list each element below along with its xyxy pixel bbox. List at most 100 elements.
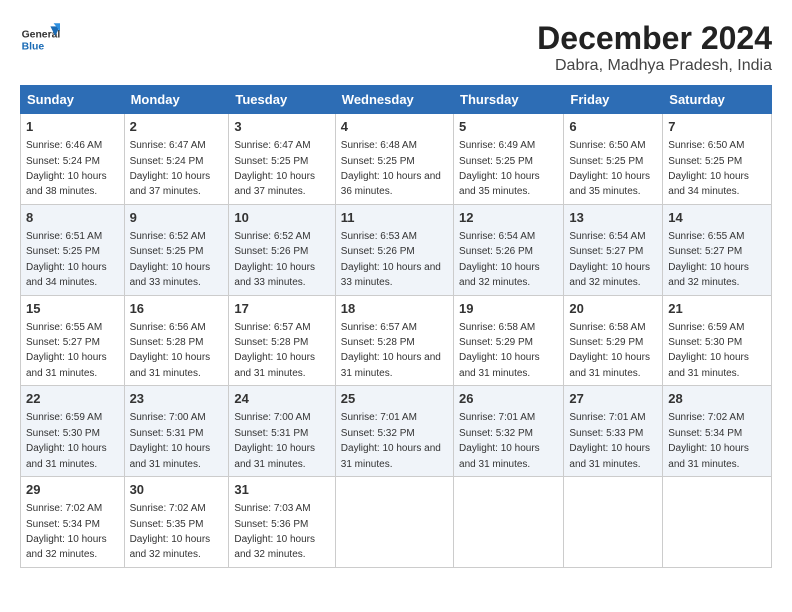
header-thursday: Thursday — [454, 86, 564, 114]
day-info: Sunrise: 7:01 AMSunset: 5:32 PMDaylight:… — [459, 412, 540, 469]
day-number: 22 — [26, 390, 119, 408]
header-tuesday: Tuesday — [229, 86, 335, 114]
header-sunday: Sunday — [21, 86, 125, 114]
day-info: Sunrise: 6:46 AMSunset: 5:24 PMDaylight:… — [26, 140, 107, 197]
calendar-cell: 19 Sunrise: 6:58 AMSunset: 5:29 PMDayligh… — [454, 295, 564, 386]
calendar-cell: 11 Sunrise: 6:53 AMSunset: 5:26 PMDayligh… — [335, 204, 453, 295]
day-number: 15 — [26, 300, 119, 318]
day-info: Sunrise: 6:50 AMSunset: 5:25 PMDaylight:… — [569, 140, 650, 197]
day-number: 31 — [234, 481, 329, 499]
svg-text:Blue: Blue — [22, 42, 45, 53]
day-info: Sunrise: 6:57 AMSunset: 5:28 PMDaylight:… — [341, 322, 441, 379]
day-number: 1 — [26, 118, 119, 136]
day-info: Sunrise: 7:01 AMSunset: 5:33 PMDaylight:… — [569, 412, 650, 469]
title-block: December 2024 Dabra, Madhya Pradesh, Ind… — [537, 20, 772, 75]
day-number: 26 — [459, 390, 558, 408]
calendar-cell — [335, 477, 453, 568]
day-number: 16 — [130, 300, 224, 318]
day-info: Sunrise: 7:02 AMSunset: 5:34 PMDaylight:… — [26, 503, 107, 560]
day-info: Sunrise: 7:01 AMSunset: 5:32 PMDaylight:… — [341, 412, 441, 469]
day-number: 23 — [130, 390, 224, 408]
calendar-week-5: 29Sunrise: 7:02 AMSunset: 5:34 PMDayligh… — [21, 477, 772, 568]
calendar-cell: 16 Sunrise: 6:56 AMSunset: 5:28 PMDayligh… — [124, 295, 229, 386]
day-info: Sunrise: 6:49 AMSunset: 5:25 PMDaylight:… — [459, 140, 540, 197]
calendar-cell — [663, 477, 772, 568]
calendar-cell: 26 Sunrise: 7:01 AMSunset: 5:32 PMDayligh… — [454, 386, 564, 477]
logo: General Blue — [20, 20, 64, 60]
calendar-week-2: 8 Sunrise: 6:51 AMSunset: 5:25 PMDaylight… — [21, 204, 772, 295]
day-info: Sunrise: 7:00 AMSunset: 5:31 PMDaylight:… — [130, 412, 211, 469]
day-number: 20 — [569, 300, 657, 318]
day-number: 18 — [341, 300, 448, 318]
subtitle: Dabra, Madhya Pradesh, India — [537, 57, 772, 75]
calendar-week-1: 1 Sunrise: 6:46 AMSunset: 5:24 PMDaylight… — [21, 114, 772, 205]
day-info: Sunrise: 6:54 AMSunset: 5:26 PMDaylight:… — [459, 231, 540, 288]
calendar-cell: 9Sunrise: 6:52 AMSunset: 5:25 PMDaylight… — [124, 204, 229, 295]
calendar-cell: 22 Sunrise: 6:59 AMSunset: 5:30 PMDayligh… — [21, 386, 125, 477]
day-number: 30 — [130, 481, 224, 499]
calendar-cell: 8 Sunrise: 6:51 AMSunset: 5:25 PMDaylight… — [21, 204, 125, 295]
calendar-cell: 5Sunrise: 6:49 AMSunset: 5:25 PMDaylight… — [454, 114, 564, 205]
day-number: 10 — [234, 209, 329, 227]
calendar-header-row: SundayMondayTuesdayWednesdayThursdayFrid… — [21, 86, 772, 114]
day-info: Sunrise: 6:57 AMSunset: 5:28 PMDaylight:… — [234, 322, 315, 379]
calendar-cell: 28 Sunrise: 7:02 AMSunset: 5:34 PMDayligh… — [663, 386, 772, 477]
day-number: 2 — [130, 118, 224, 136]
day-number: 21 — [668, 300, 766, 318]
day-info: Sunrise: 6:52 AMSunset: 5:26 PMDaylight:… — [234, 231, 315, 288]
day-number: 28 — [668, 390, 766, 408]
day-info: Sunrise: 6:55 AMSunset: 5:27 PMDaylight:… — [26, 322, 107, 379]
page-header: General Blue December 2024 Dabra, Madhya… — [20, 20, 772, 75]
logo-icon: General Blue — [20, 20, 60, 60]
calendar-cell: 6 Sunrise: 6:50 AMSunset: 5:25 PMDaylight… — [564, 114, 663, 205]
calendar-cell: 24Sunrise: 7:00 AMSunset: 5:31 PMDayligh… — [229, 386, 335, 477]
day-info: Sunrise: 6:47 AMSunset: 5:24 PMDaylight:… — [130, 140, 211, 197]
calendar-cell: 10 Sunrise: 6:52 AMSunset: 5:26 PMDayligh… — [229, 204, 335, 295]
calendar-cell: 1 Sunrise: 6:46 AMSunset: 5:24 PMDaylight… — [21, 114, 125, 205]
day-info: Sunrise: 6:48 AMSunset: 5:25 PMDaylight:… — [341, 140, 441, 197]
day-number: 3 — [234, 118, 329, 136]
day-info: Sunrise: 6:54 AMSunset: 5:27 PMDaylight:… — [569, 231, 650, 288]
day-info: Sunrise: 6:52 AMSunset: 5:25 PMDaylight:… — [130, 231, 211, 288]
day-info: Sunrise: 6:58 AMSunset: 5:29 PMDaylight:… — [459, 322, 540, 379]
header-wednesday: Wednesday — [335, 86, 453, 114]
calendar-week-3: 15 Sunrise: 6:55 AMSunset: 5:27 PMDayligh… — [21, 295, 772, 386]
calendar-cell: 3Sunrise: 6:47 AMSunset: 5:25 PMDaylight… — [229, 114, 335, 205]
day-number: 12 — [459, 209, 558, 227]
day-info: Sunrise: 6:59 AMSunset: 5:30 PMDaylight:… — [668, 322, 749, 379]
calendar-cell: 30 Sunrise: 7:02 AMSunset: 5:35 PMDayligh… — [124, 477, 229, 568]
calendar-cell: 7Sunrise: 6:50 AMSunset: 5:25 PMDaylight… — [663, 114, 772, 205]
calendar-cell: 14Sunrise: 6:55 AMSunset: 5:27 PMDayligh… — [663, 204, 772, 295]
day-number: 25 — [341, 390, 448, 408]
day-number: 4 — [341, 118, 448, 136]
day-number: 7 — [668, 118, 766, 136]
calendar-cell: 29Sunrise: 7:02 AMSunset: 5:34 PMDayligh… — [21, 477, 125, 568]
day-number: 27 — [569, 390, 657, 408]
day-number: 24 — [234, 390, 329, 408]
calendar-cell: 12 Sunrise: 6:54 AMSunset: 5:26 PMDayligh… — [454, 204, 564, 295]
day-info: Sunrise: 6:55 AMSunset: 5:27 PMDaylight:… — [668, 231, 749, 288]
day-number: 6 — [569, 118, 657, 136]
day-number: 17 — [234, 300, 329, 318]
day-number: 13 — [569, 209, 657, 227]
day-info: Sunrise: 7:02 AMSunset: 5:34 PMDaylight:… — [668, 412, 749, 469]
day-info: Sunrise: 7:03 AMSunset: 5:36 PMDaylight:… — [234, 503, 315, 560]
calendar-cell: 31 Sunrise: 7:03 AMSunset: 5:36 PMDayligh… — [229, 477, 335, 568]
header-saturday: Saturday — [663, 86, 772, 114]
day-info: Sunrise: 6:58 AMSunset: 5:29 PMDaylight:… — [569, 322, 650, 379]
calendar-cell: 4 Sunrise: 6:48 AMSunset: 5:25 PMDaylight… — [335, 114, 453, 205]
day-info: Sunrise: 6:51 AMSunset: 5:25 PMDaylight:… — [26, 231, 107, 288]
day-info: Sunrise: 6:53 AMSunset: 5:26 PMDaylight:… — [341, 231, 441, 288]
calendar-cell: 13 Sunrise: 6:54 AMSunset: 5:27 PMDayligh… — [564, 204, 663, 295]
day-number: 11 — [341, 209, 448, 227]
day-info: Sunrise: 7:02 AMSunset: 5:35 PMDaylight:… — [130, 503, 211, 560]
day-number: 8 — [26, 209, 119, 227]
calendar-cell: 21 Sunrise: 6:59 AMSunset: 5:30 PMDayligh… — [663, 295, 772, 386]
calendar-cell — [454, 477, 564, 568]
day-info: Sunrise: 6:59 AMSunset: 5:30 PMDaylight:… — [26, 412, 107, 469]
calendar-cell: 25 Sunrise: 7:01 AMSunset: 5:32 PMDayligh… — [335, 386, 453, 477]
calendar-cell: 15 Sunrise: 6:55 AMSunset: 5:27 PMDayligh… — [21, 295, 125, 386]
calendar-cell: 17 Sunrise: 6:57 AMSunset: 5:28 PMDayligh… — [229, 295, 335, 386]
day-number: 19 — [459, 300, 558, 318]
day-info: Sunrise: 6:56 AMSunset: 5:28 PMDaylight:… — [130, 322, 211, 379]
